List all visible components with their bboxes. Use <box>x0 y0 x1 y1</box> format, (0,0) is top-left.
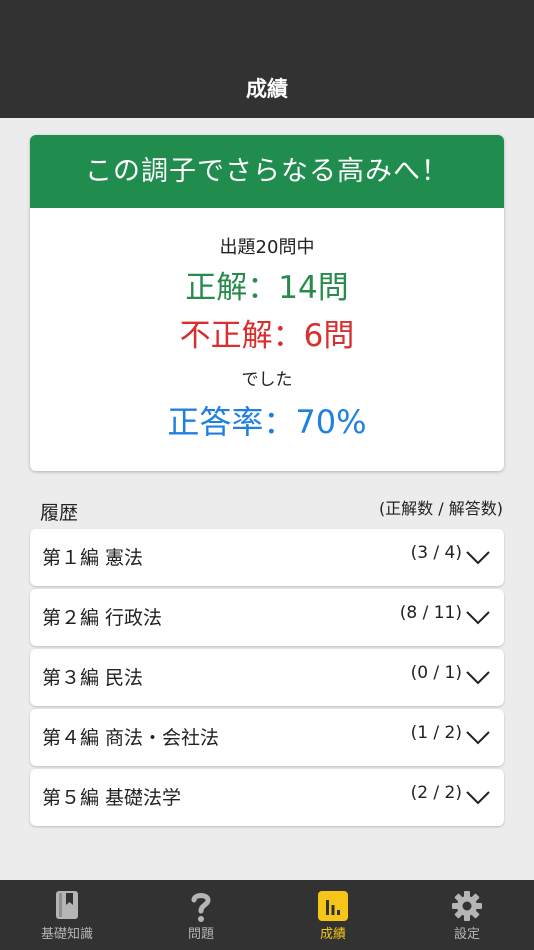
incorrect-count-text: 不正解：6問 <box>179 318 355 354</box>
history-row-civil-law[interactable]: 第３編 民法 (0 / 1) <box>30 649 504 706</box>
history-row-label: 第２編 行政法 <box>42 607 163 629</box>
history-legend: (正解数 / 解答数) <box>378 499 503 518</box>
score-card: この調子でさらなる高みへ！ 出題20問中 正解：14問 不正解：6問 でした 正… <box>30 135 504 471</box>
history-list: 第１編 憲法 (3 / 4) 第２編 行政法 (8 / 11) 第３編 民法 (… <box>30 529 504 829</box>
history-row-count: (8 / 11) <box>399 603 462 623</box>
gear-icon <box>452 891 482 921</box>
history-heading: 履歴 <box>40 502 79 524</box>
tab-label: 成績 <box>319 927 346 942</box>
history-row-count: (3 / 4) <box>410 543 462 563</box>
tab-questions[interactable]: 問題 <box>134 880 268 950</box>
encouragement-banner: この調子でさらなる高みへ！ <box>30 135 504 208</box>
history-row-label: 第５編 基礎法学 <box>42 787 182 809</box>
history-row-label: 第１編 憲法 <box>42 547 144 569</box>
chevron-down-icon[interactable] <box>465 784 491 810</box>
bottom-tab-bar: 基礎知識 問題 成績 設定 <box>0 880 534 950</box>
history-row-count: (0 / 1) <box>410 663 462 683</box>
correct-count-text: 正解：14問 <box>185 270 349 306</box>
chevron-down-icon[interactable] <box>465 724 491 750</box>
history-row-constitution[interactable]: 第１編 憲法 (3 / 4) <box>30 529 504 586</box>
accuracy-rate-text: 正答率：70% <box>167 403 367 441</box>
history-row-count: (1 / 2) <box>410 723 462 743</box>
chevron-down-icon[interactable] <box>465 664 491 690</box>
header-bar: 成績 <box>0 0 534 118</box>
tab-results[interactable]: 成績 <box>266 880 400 950</box>
tab-label: 問題 <box>187 927 214 942</box>
history-row-administrative-law[interactable]: 第２編 行政法 (8 / 11) <box>30 589 504 646</box>
history-row-label: 第３編 民法 <box>42 667 144 689</box>
history-row-count: (2 / 2) <box>410 783 462 803</box>
tab-label: 設定 <box>453 927 480 942</box>
question-icon <box>191 893 211 922</box>
tab-basic-knowledge[interactable]: 基礎知識 <box>0 880 134 950</box>
tab-settings[interactable]: 設定 <box>400 880 534 950</box>
chevron-down-icon[interactable] <box>465 544 491 570</box>
book-icon <box>56 891 78 919</box>
tab-label: 基礎知識 <box>40 927 93 942</box>
history-row-basic-jurisprudence[interactable]: 第５編 基礎法学 (2 / 2) <box>30 769 504 826</box>
chevron-down-icon[interactable] <box>465 604 491 630</box>
page-title: 成績 <box>246 77 288 101</box>
history-row-commercial-law[interactable]: 第４編 商法・会社法 (1 / 2) <box>30 709 504 766</box>
question-count-text: 出題20問中 <box>219 237 315 258</box>
chart-icon <box>318 891 348 921</box>
result-suffix-text: でした <box>241 370 293 390</box>
history-row-label: 第４編 商法・会社法 <box>42 727 220 749</box>
